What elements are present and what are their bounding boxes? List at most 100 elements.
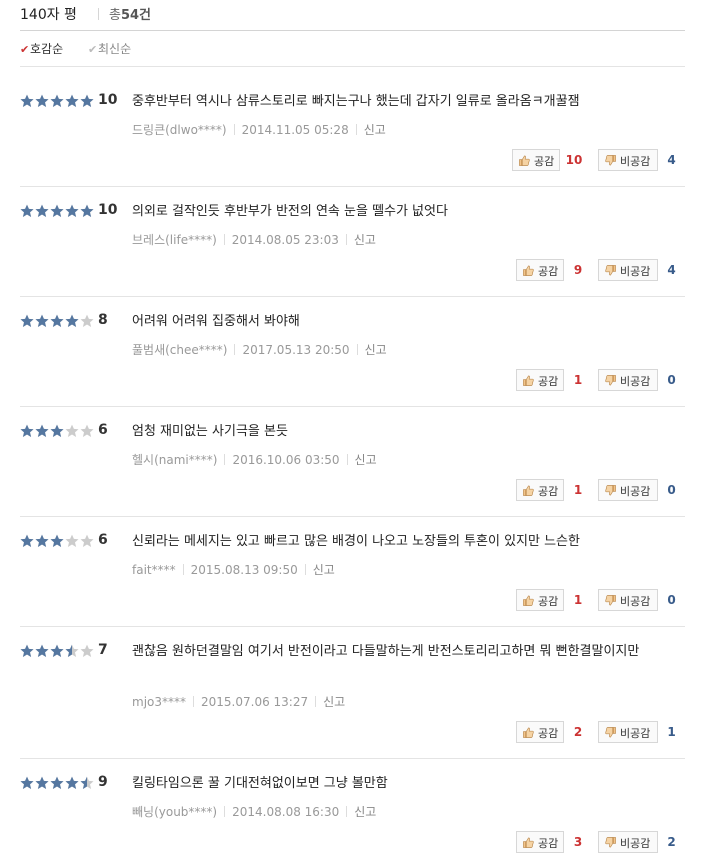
report-link[interactable]: 신고 [323,695,345,709]
meta-divider [223,234,225,245]
disagree-button[interactable]: 비공감 [598,259,658,281]
star-rating [20,534,96,548]
star-icon [35,424,49,437]
disagree-button[interactable]: 비공감 [598,721,658,743]
meta-divider [234,344,236,355]
thumbs-up-icon [523,485,534,496]
agree-button[interactable]: 공감 [516,721,564,743]
thumbs-up-icon [523,265,534,276]
sort-by-likes[interactable]: ✔호감순 [20,40,63,57]
star-icon [65,204,79,217]
star-icon [20,534,34,547]
thumbs-up-icon [519,155,530,166]
disagree-button[interactable]: 비공감 [598,479,658,501]
disagree-button[interactable]: 비공감 [598,831,658,853]
star-icon [50,94,64,107]
star-rating [20,776,96,790]
review-divider-line [20,516,685,517]
review-text: 괜찮음 원하던결말임 여기서 반전이라고 다들말하는게 반전스토리리고하면 뭐 … [132,644,640,659]
star-rating [20,204,96,218]
agree-button[interactable]: 공감 [512,149,560,171]
star-icon [80,534,94,547]
review-meta: 빼닝(youb****) 2014.08.08 16:30 신고 [132,803,376,820]
review-date: 2015.08.13 09:50 [190,563,298,577]
star-rating [20,314,96,328]
agree-button[interactable]: 공감 [516,259,564,281]
agree-count: 10 [565,153,583,167]
star-icon [65,94,79,107]
agree-label: 공감 [534,155,555,168]
report-link[interactable]: 신고 [365,343,387,357]
star-icon [20,204,34,217]
review-text: 엄청 재미없는 사기극을 본듯 [132,424,288,439]
meta-divider [233,124,235,135]
thumbs-up-icon [523,595,534,606]
review-divider-line [20,186,685,187]
agree-count: 1 [573,373,583,387]
disagree-count: 0 [667,373,676,387]
thumbs-up-icon [523,727,534,738]
star-icon [35,314,49,327]
sort-by-latest[interactable]: ✔최신순 [88,40,131,57]
star-icon [50,776,64,789]
disagree-button[interactable]: 비공감 [598,589,658,611]
review-meta: mjo3**** 2015.07.06 13:27 신고 [132,693,345,710]
review-score: 10 [98,92,118,108]
disagree-count: 2 [667,835,676,849]
star-icon [35,534,49,547]
disagree-label: 비공감 [620,375,651,388]
review-score: 6 [98,422,108,438]
disagree-label: 비공감 [620,155,651,168]
star-icon [20,644,34,657]
sort-divider-line [20,66,685,67]
agree-button[interactable]: 공감 [516,831,564,853]
star-icon [35,94,49,107]
agree-button[interactable]: 공감 [516,479,564,501]
review-meta: 헬시(nami****) 2016.10.06 03:50 신고 [132,451,377,468]
reviews-header: 140자 평 총54건 [20,0,685,30]
disagree-count: 1 [667,725,676,739]
agree-label: 공감 [538,265,559,278]
disagree-button[interactable]: 비공감 [598,369,658,391]
meta-divider [355,124,357,135]
review-score: 7 [98,642,108,658]
reviewer-name[interactable]: 헬시(nami****) [132,453,217,467]
agree-count: 1 [573,593,583,607]
thumbs-up-icon [523,375,534,386]
review-meta: 풀범새(chee****) 2017.05.13 20:50 신고 [132,341,387,358]
disagree-button[interactable]: 비공감 [598,149,658,171]
section-title: 140자 평 [20,7,77,23]
meta-divider [304,564,306,575]
review-meta: fait**** 2015.08.13 09:50 신고 [132,561,335,578]
meta-divider [356,344,358,355]
report-link[interactable]: 신고 [354,805,376,819]
star-icon [20,314,34,327]
reviewer-name[interactable]: 드링큰(dlwo****) [132,123,227,137]
agree-count: 9 [573,263,583,277]
report-link[interactable]: 신고 [354,233,376,247]
star-icon [65,534,79,547]
review-meta: 드링큰(dlwo****) 2014.11.05 05:28 신고 [132,121,386,138]
disagree-label: 비공감 [620,265,651,278]
thumbs-down-icon [605,485,616,496]
report-link[interactable]: 신고 [313,563,335,577]
reviewer-name[interactable]: 빼닝(youb****) [132,805,217,819]
star-icon [50,644,64,657]
star-rating [20,94,96,108]
star-icon [80,204,94,217]
disagree-label: 비공감 [620,837,651,850]
review-date: 2014.08.08 16:30 [232,805,340,819]
star-icon [80,314,94,327]
reviewer-name[interactable]: fait**** [132,563,176,577]
report-link[interactable]: 신고 [355,453,377,467]
review-divider-line [20,758,685,759]
reviewer-name[interactable]: 풀범새(chee****) [132,343,227,357]
report-link[interactable]: 신고 [364,123,386,137]
review-score: 6 [98,532,108,548]
agree-button[interactable]: 공감 [516,589,564,611]
meta-divider [315,696,317,707]
reviewer-name[interactable]: mjo3**** [132,695,186,709]
agree-button[interactable]: 공감 [516,369,564,391]
review-date: 2014.11.05 05:28 [241,123,349,137]
reviewer-name[interactable]: 브레스(life****) [132,233,217,247]
